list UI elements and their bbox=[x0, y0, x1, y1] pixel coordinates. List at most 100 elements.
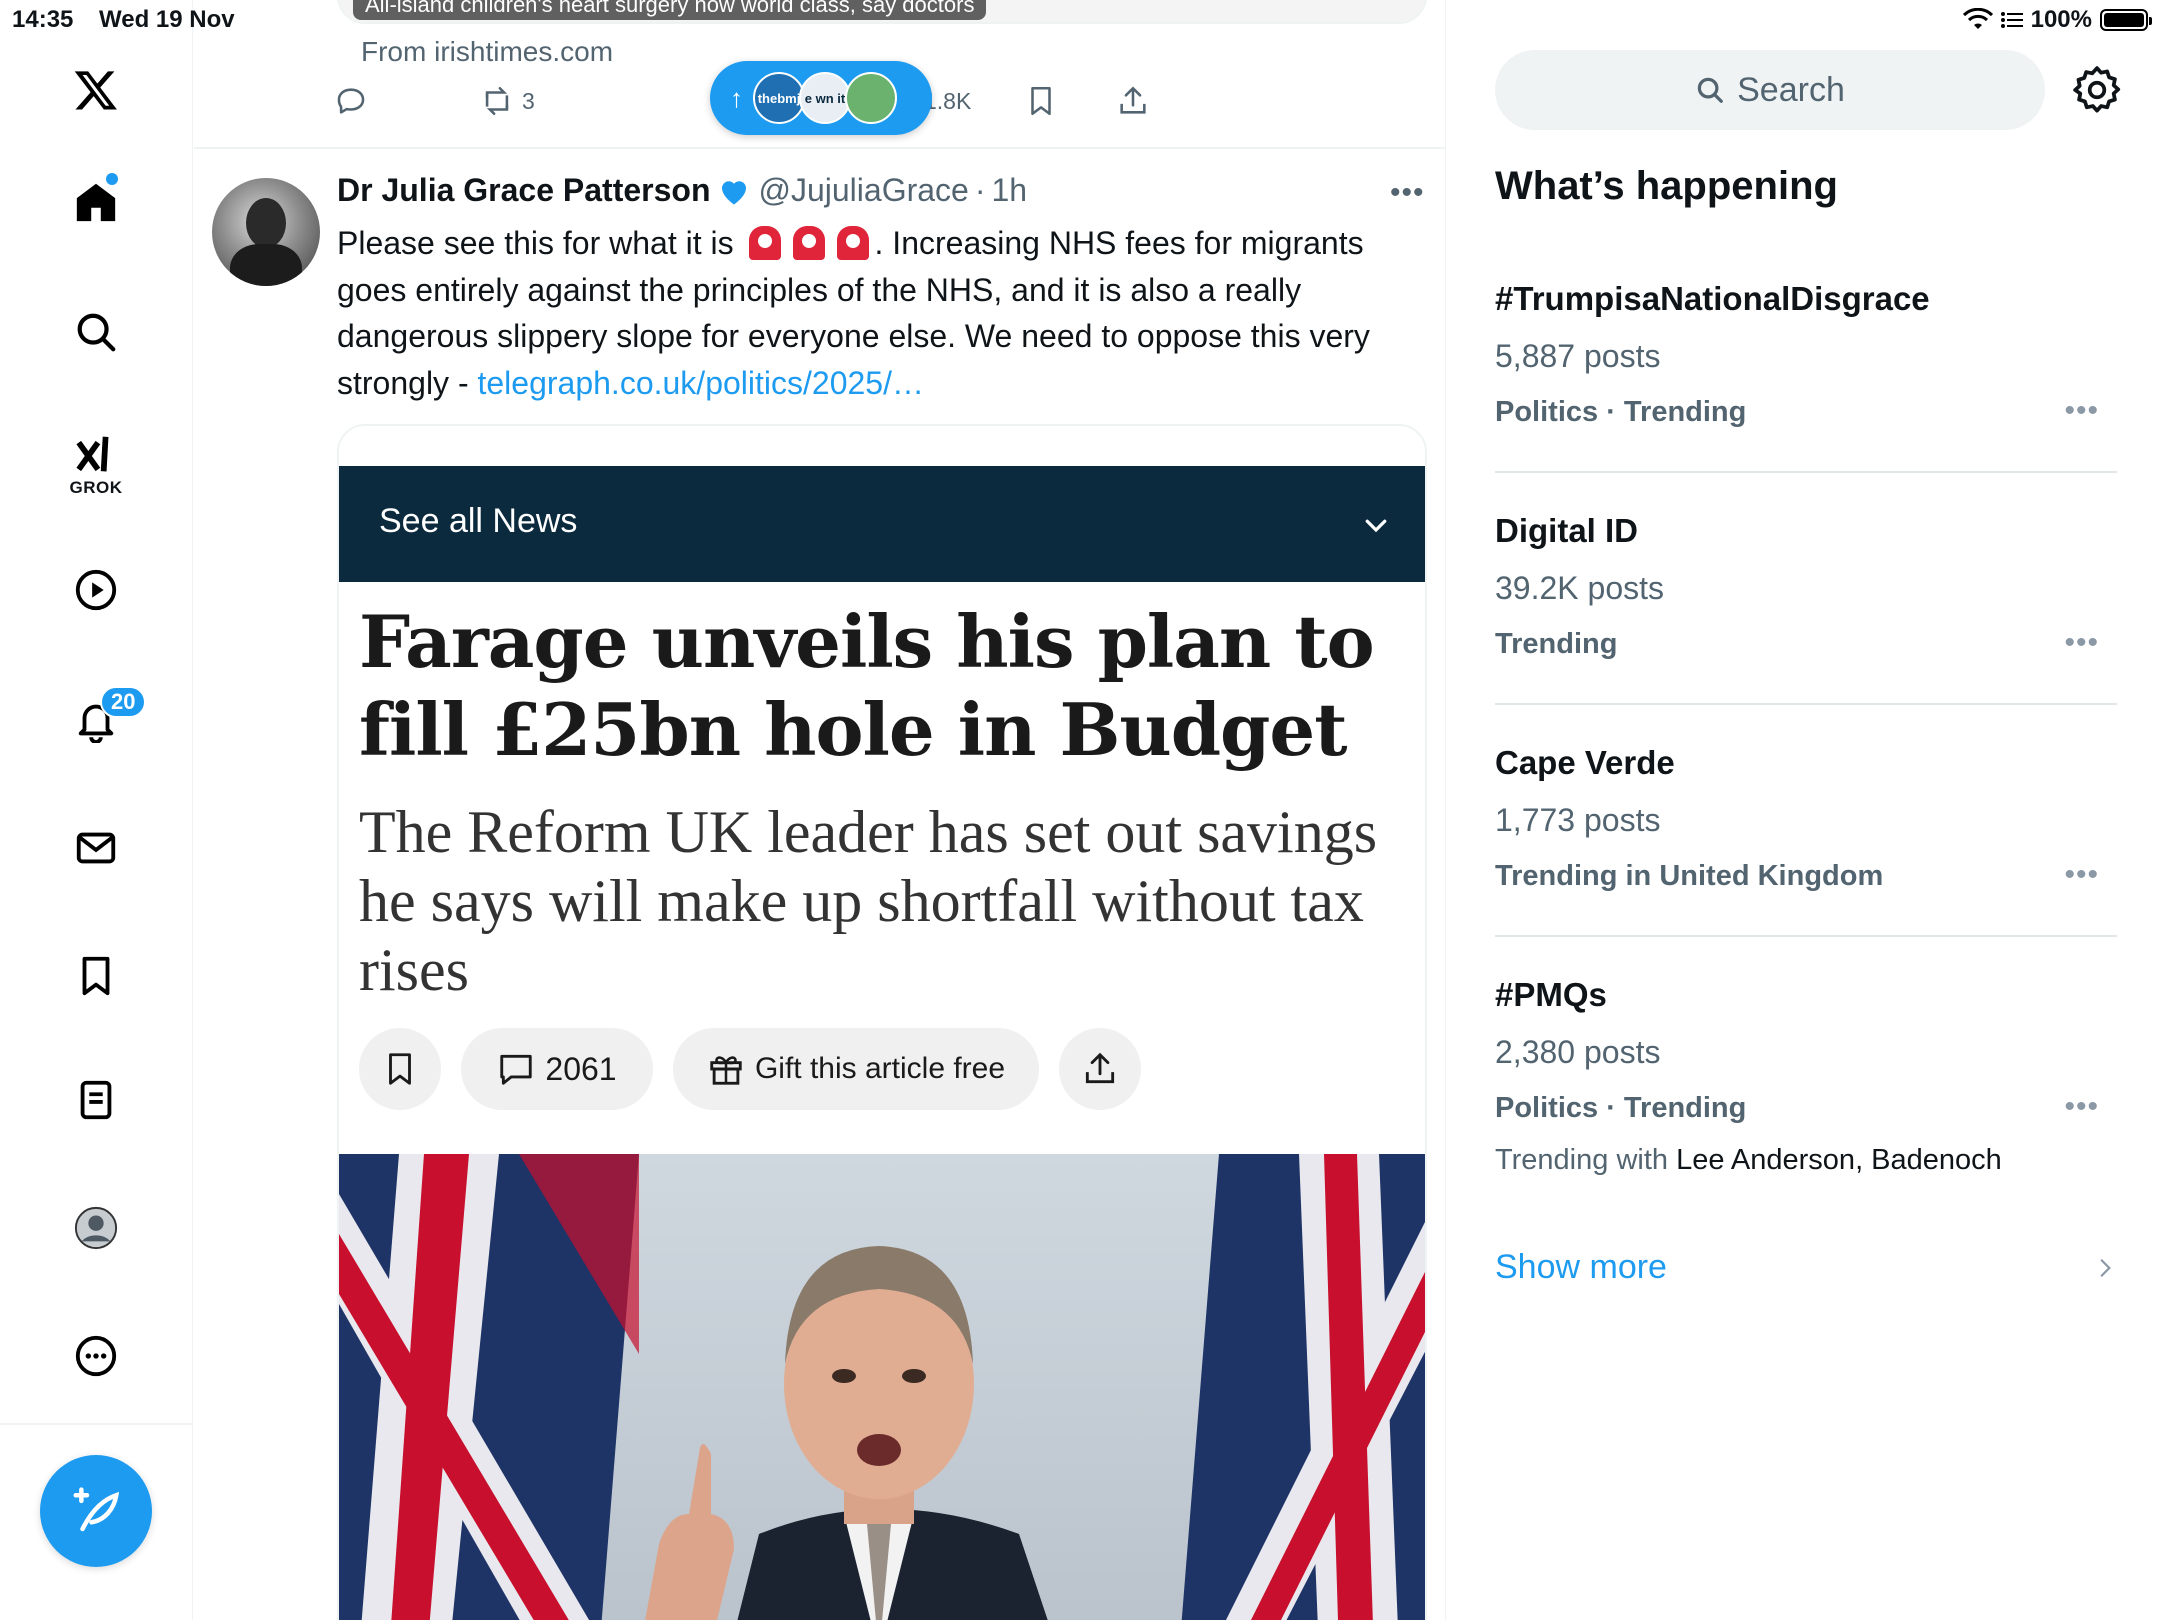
settings-gear-icon[interactable] bbox=[2072, 65, 2122, 115]
link-source[interactable]: From irishtimes.com bbox=[361, 36, 613, 68]
chevron-down-icon bbox=[1365, 519, 1387, 533]
tweet-more-options-icon[interactable]: ••• bbox=[1390, 176, 1425, 210]
whats-happening-title: What’s happening bbox=[1495, 164, 1838, 208]
trend-more-icon[interactable]: ••• bbox=[2064, 394, 2099, 428]
video-play-icon[interactable] bbox=[60, 554, 132, 626]
separator-dot: · bbox=[974, 172, 986, 208]
trend-divider bbox=[1495, 471, 2117, 473]
home-unread-dot bbox=[106, 173, 118, 185]
show-more-link[interactable]: Show more bbox=[1495, 1248, 1667, 1287]
nav-divider bbox=[0, 1423, 193, 1425]
trend-divider bbox=[1495, 703, 2117, 705]
trending-with: Trending with Lee Anderson, Badenoch bbox=[1495, 1144, 2002, 1177]
battery-icon bbox=[2100, 9, 2152, 31]
tweet-link[interactable]: telegraph.co.uk/politics/2025/… bbox=[477, 365, 923, 401]
trend-category: Politics · Trending bbox=[1495, 1092, 1747, 1124]
timeline-feed: All-island children's heart surgery now … bbox=[194, 0, 1446, 1620]
left-nav: GROK 20 bbox=[0, 0, 193, 1620]
trending-with-label: Trending with bbox=[1495, 1144, 1669, 1176]
trend-post-count: 5,887 posts bbox=[1495, 338, 1661, 374]
compose-feather-icon bbox=[73, 1487, 120, 1532]
chevron-right-icon bbox=[2100, 1259, 2111, 1277]
profile-avatar-icon[interactable] bbox=[60, 1192, 132, 1264]
trend-name: Cape Verde bbox=[1495, 744, 1675, 781]
police-light-emoji-icon bbox=[836, 226, 869, 260]
grok-label: GROK bbox=[69, 478, 123, 497]
tweet-timestamp[interactable]: 1h bbox=[991, 172, 1027, 209]
trend-post-count: 1,773 posts bbox=[1495, 802, 1661, 838]
see-all-news-bar[interactable]: See all News bbox=[339, 466, 1425, 582]
new-post-avatar: thebmj bbox=[753, 72, 805, 124]
embedded-article[interactable]: See all News Farage unveils his plan to … bbox=[337, 424, 1427, 1620]
more-options-icon[interactable] bbox=[60, 1320, 132, 1392]
compose-post-button[interactable] bbox=[40, 1455, 152, 1567]
search-input[interactable]: Search bbox=[1495, 50, 2045, 130]
bookmark-icon bbox=[389, 1053, 411, 1085]
x-logo-icon[interactable] bbox=[60, 54, 132, 126]
tweet-text-part: Please see this for what it is bbox=[337, 225, 734, 261]
author-handle[interactable]: @JujuliaGrace bbox=[758, 172, 968, 209]
author-name[interactable]: Dr Julia Grace Patterson bbox=[337, 172, 710, 209]
article-photo-image bbox=[339, 1154, 1425, 1620]
retweet-count: 3 bbox=[522, 87, 535, 114]
new-post-avatar bbox=[845, 72, 897, 124]
comment-icon bbox=[500, 1054, 533, 1085]
article-headline: Farage unveils his plan to fill £25bn ho… bbox=[359, 599, 1375, 772]
trend-category: Trending in United Kingdom bbox=[1495, 860, 1884, 892]
share-upload-icon bbox=[1120, 86, 1146, 114]
status-time: 14:35 bbox=[12, 6, 74, 33]
author-avatar[interactable] bbox=[212, 178, 320, 286]
trend-item[interactable]: Cape Verde 1,773 posts Trending in Unite… bbox=[1495, 744, 2117, 914]
police-light-emoji-icon bbox=[792, 226, 825, 260]
status-right: 100% bbox=[1962, 6, 2152, 34]
new-post-avatar: e wn it bbox=[799, 72, 851, 124]
tweet-text: Please see this for what it is . Increas… bbox=[337, 220, 1432, 406]
retweet-button[interactable]: 3 bbox=[480, 84, 535, 118]
trend-name: Digital ID bbox=[1495, 512, 1639, 549]
bookmarks-icon[interactable] bbox=[60, 940, 132, 1012]
gift-icon bbox=[710, 1056, 742, 1085]
trending-with-names: Lee Anderson, Badenoch bbox=[1676, 1144, 2002, 1176]
blue-heart-icon bbox=[722, 180, 747, 204]
trend-category: Politics · Trending bbox=[1495, 396, 1747, 428]
article-comments-button[interactable]: 2061 bbox=[461, 1028, 653, 1110]
search-icon bbox=[1697, 77, 1723, 103]
comments-count: 2061 bbox=[545, 1050, 617, 1087]
trend-more-icon[interactable]: ••• bbox=[2064, 1090, 2099, 1124]
bookmark-button[interactable] bbox=[1024, 84, 1058, 118]
list-icon bbox=[2000, 12, 2023, 28]
trend-item[interactable]: #PMQs 2,380 posts Politics · Trending ••… bbox=[1495, 976, 2117, 1196]
trend-item[interactable]: Digital ID 39.2K posts Trending ••• bbox=[1495, 512, 2117, 682]
trend-post-count: 39.2K posts bbox=[1495, 570, 1664, 606]
trend-more-icon[interactable]: ••• bbox=[2064, 858, 2099, 892]
share-upload-icon bbox=[1085, 1052, 1115, 1084]
trend-item[interactable]: #TrumpisaNationalDisgrace 5,887 posts Po… bbox=[1495, 280, 2117, 450]
battery-percent: 100% bbox=[2030, 6, 2092, 33]
gift-article-button[interactable]: Gift this article free bbox=[673, 1028, 1039, 1110]
status-bar: 14:35 Wed 19 Nov 100% bbox=[0, 0, 2160, 40]
trend-name: #TrumpisaNationalDisgrace bbox=[1495, 280, 1930, 317]
search-icon[interactable] bbox=[60, 296, 132, 368]
share-button[interactable] bbox=[1116, 84, 1150, 118]
new-posts-pill[interactable]: ↑ thebmj e wn it bbox=[710, 61, 932, 135]
arrow-up-icon: ↑ bbox=[730, 82, 743, 113]
status-date: Wed 19 Nov bbox=[99, 6, 235, 33]
messages-envelope-icon[interactable] bbox=[60, 812, 132, 884]
trend-category: Trending bbox=[1495, 628, 1618, 660]
article-save-button[interactable] bbox=[359, 1028, 441, 1110]
article-standfirst: The Reform UK leader has set out savings… bbox=[359, 799, 1378, 1003]
wifi-icon bbox=[1962, 8, 1993, 29]
trend-post-count: 2,380 posts bbox=[1495, 1034, 1661, 1070]
right-sidebar: Search What’s happening #TrumpisaNationa… bbox=[1447, 0, 2160, 1620]
retweet-icon bbox=[485, 86, 509, 116]
tweet-header: Dr Julia Grace Patterson @JujuliaGrace ·… bbox=[337, 172, 1027, 209]
reply-icon bbox=[337, 88, 365, 114]
bookmark-icon bbox=[1031, 86, 1051, 116]
reply-button[interactable] bbox=[334, 84, 368, 118]
trend-more-icon[interactable]: ••• bbox=[2064, 626, 2099, 660]
article-share-button[interactable] bbox=[1059, 1028, 1141, 1110]
article-photo bbox=[339, 1154, 1425, 1620]
home-icon[interactable] bbox=[60, 166, 132, 238]
trend-divider bbox=[1495, 935, 2117, 937]
lists-icon[interactable] bbox=[60, 1064, 132, 1136]
